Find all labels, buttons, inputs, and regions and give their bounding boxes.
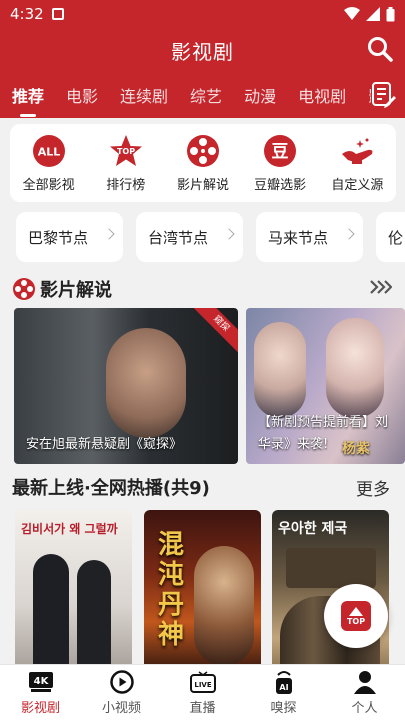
4k-icon: 4K <box>28 670 54 694</box>
banner-caption-line2: 华录》来袭! <box>258 437 329 452</box>
commentary-banner[interactable]: 【新剧预告提前看】刘 华录》来袭! 杨紫 <box>246 308 405 464</box>
node-label: 巴黎节点 <box>28 228 89 247</box>
ai-icon-text: AI <box>279 683 288 692</box>
douban-icon-text: 豆 <box>272 142 289 162</box>
nav-live[interactable]: LIVE 直播 <box>162 665 243 720</box>
shortcut-label: 排行榜 <box>106 177 146 193</box>
live-tv-icon: LIVE <box>189 670 216 694</box>
all-icon: ALL <box>32 134 66 168</box>
shortcut-label: 自定义源 <box>331 177 384 193</box>
node-label: 马来节点 <box>268 228 329 247</box>
battery-icon <box>386 6 395 21</box>
tab-variety[interactable]: 综艺 <box>190 83 222 107</box>
banner-image <box>106 328 186 438</box>
tab-recommend[interactable]: 推荐 <box>12 83 44 117</box>
section-title: 影片解说 <box>40 280 112 301</box>
tab-anime[interactable]: 动漫 <box>244 83 276 107</box>
live-icon-text: LIVE <box>194 681 211 689</box>
nav-profile[interactable]: 个人 <box>324 665 405 720</box>
shortcut-commentary[interactable]: 影片解说 <box>167 134 239 193</box>
edit-tabs-button[interactable] <box>371 81 397 109</box>
nav-label: 影视剧 <box>20 700 60 716</box>
poster-title: 우아한 제국 <box>278 521 348 537</box>
shortcut-label: 豆瓣选影 <box>254 177 307 193</box>
poster-card[interactable]: 김비서가 왜 그럴까 <box>15 510 132 670</box>
status-time: 4:32 <box>10 5 44 23</box>
nav-label: 个人 <box>351 700 378 716</box>
banner-watermark: 杨紫 <box>342 441 370 457</box>
signal-icon <box>366 7 380 21</box>
shortcut-label: 全部影视 <box>22 177 75 193</box>
douban-icon: 豆 <box>263 134 297 168</box>
shortcut-custom-source[interactable]: 自定义源 <box>321 134 393 193</box>
all-icon-text: ALL <box>37 145 60 158</box>
tab-movie[interactable]: 电影 <box>66 83 98 107</box>
film-reel-icon <box>186 134 220 168</box>
bottom-nav: 4K 影视剧 小视频 LIVE 直播 AI 嗅探 个人 <box>0 664 405 720</box>
banner-caption: 【新剧预告提前看】刘 <box>258 415 389 430</box>
fab-label: TOP <box>346 616 366 626</box>
scroll-top-button[interactable]: TOP <box>324 584 388 648</box>
double-chevron-right-icon[interactable] <box>368 279 393 300</box>
nav-movies[interactable]: 4K 影视剧 <box>0 665 81 720</box>
poster-image <box>33 554 69 670</box>
banner-badge: 窥探 <box>190 308 238 355</box>
server-nodes: 巴黎节点 台湾节点 马来节点 伦 <box>16 212 405 264</box>
nav-label: 直播 <box>189 700 216 716</box>
poster-image <box>77 560 111 670</box>
page-title: 影视剧 <box>171 39 234 64</box>
chevron-right-icon <box>223 228 235 240</box>
nav-label: 嗅探 <box>270 700 297 716</box>
shortcut-label: 影片解说 <box>176 177 229 193</box>
node-london-partial[interactable]: 伦 <box>376 212 405 262</box>
category-shortcuts: ALL 全部影视 TOP 排行榜 影片解说 豆 豆瓣选影 自定义源 <box>10 124 396 202</box>
node-malaysia[interactable]: 马来节点 <box>256 212 363 262</box>
shortcut-douban[interactable]: 豆 豆瓣选影 <box>244 134 316 193</box>
poster-title: 김비서가 왜 그럴까 <box>21 522 118 536</box>
top-bar: 4:32 影视剧 推荐 电影 连续剧 综艺 动漫 电视剧 影 <box>0 0 405 118</box>
chevron-right-icon <box>103 228 115 240</box>
top-star-icon: TOP <box>109 134 143 168</box>
nav-short-video[interactable]: 小视频 <box>81 665 162 720</box>
latest-section-header: 最新上线·全网热播(共9) 更多 <box>12 474 390 500</box>
4k-icon-text: 4K <box>33 676 49 687</box>
chevron-right-icon <box>343 228 355 240</box>
node-paris[interactable]: 巴黎节点 <box>16 212 123 262</box>
poster-card[interactable]: 混沌丹神 <box>144 510 261 670</box>
banner-image <box>326 318 384 418</box>
commentary-section-header: 影片解说 <box>12 276 393 302</box>
ai-sniff-icon: AI <box>271 670 297 694</box>
poster-image <box>194 546 254 666</box>
arrow-up-icon: TOP <box>341 601 371 631</box>
gallery-notification-icon <box>51 8 64 20</box>
edit-list-icon <box>372 82 396 108</box>
film-reel-icon <box>13 278 35 300</box>
top-icon-text: TOP <box>117 147 135 156</box>
more-link[interactable]: 更多 <box>356 475 390 500</box>
poster-title: 混沌丹神 <box>158 530 185 650</box>
nav-sniff[interactable]: AI 嗅探 <box>243 665 324 720</box>
tab-series[interactable]: 连续剧 <box>120 83 168 107</box>
person-icon <box>352 670 378 694</box>
magic-lamp-icon <box>340 134 374 168</box>
node-label: 伦 <box>388 228 404 247</box>
poster-image <box>286 548 376 588</box>
shortcut-all-movies[interactable]: ALL 全部影视 <box>13 134 85 193</box>
commentary-banner[interactable]: 窥探 安在旭最新悬疑剧《窥探》 <box>14 308 238 464</box>
status-bar: 4:32 <box>0 0 405 28</box>
search-icon[interactable] <box>367 36 393 62</box>
node-taiwan[interactable]: 台湾节点 <box>136 212 243 262</box>
banner-caption: 安在旭最新悬疑剧《窥探》 <box>26 437 183 452</box>
node-label: 台湾节点 <box>148 228 209 247</box>
tab-tv[interactable]: 电视剧 <box>298 83 346 107</box>
section-title: 最新上线·全网热播(共9) <box>12 478 210 499</box>
category-tabs: 推荐 电影 连续剧 综艺 动漫 电视剧 影 <box>0 72 405 118</box>
shortcut-ranking[interactable]: TOP 排行榜 <box>90 134 162 193</box>
nav-label: 小视频 <box>101 700 141 716</box>
wifi-icon <box>344 7 360 20</box>
banner-image <box>254 322 306 418</box>
status-icons <box>344 6 395 22</box>
play-circle-icon <box>109 669 135 694</box>
app-header: 影视剧 <box>0 28 405 72</box>
